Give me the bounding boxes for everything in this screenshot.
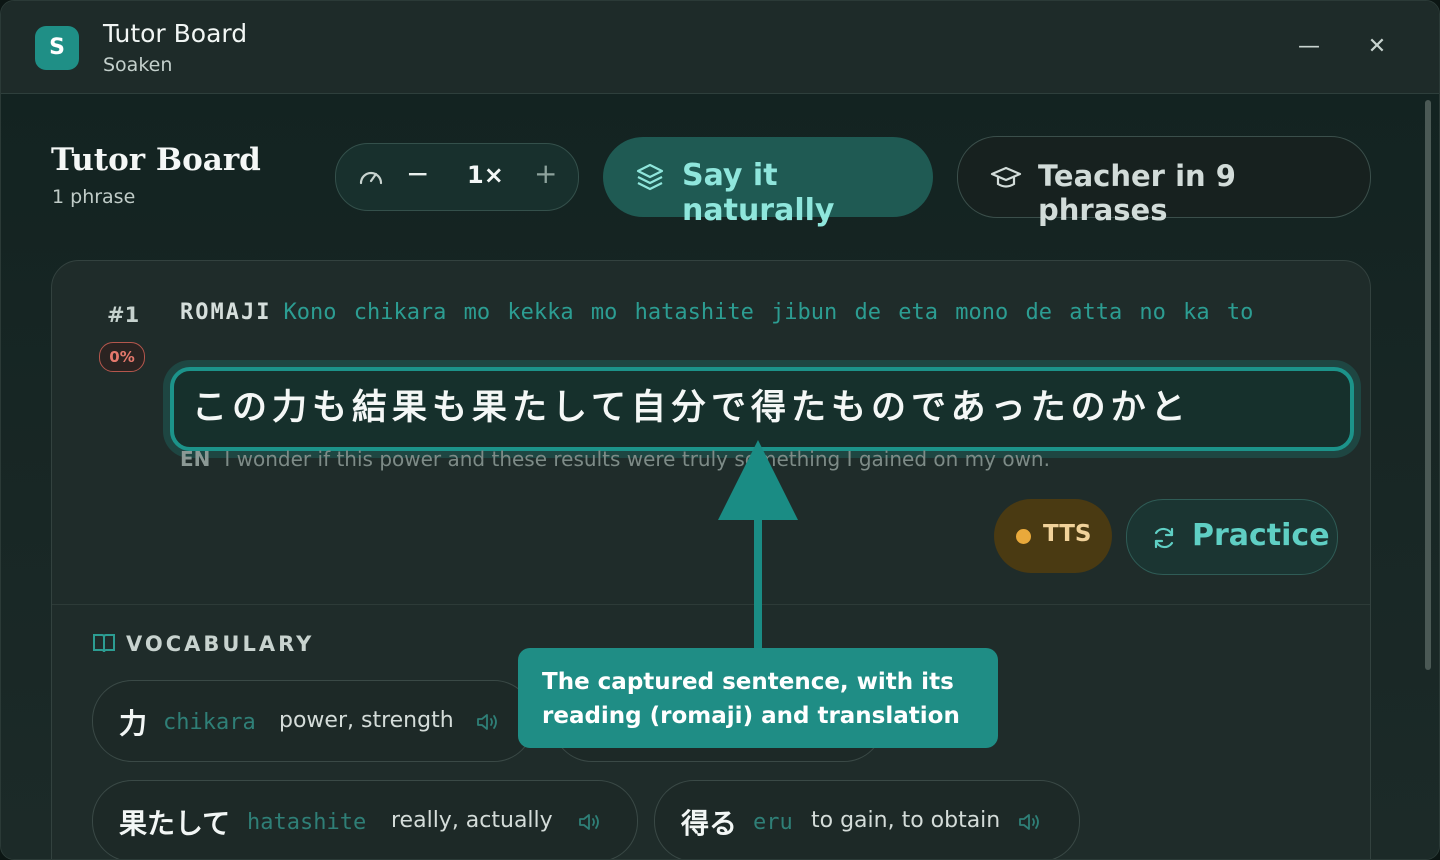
vocab-reading: hatashite (247, 810, 367, 835)
en-tag: EN (180, 447, 211, 471)
tts-dot-icon (1016, 529, 1031, 544)
japanese-sentence: この力も結果も果たして自分で得たものであったのかと (192, 388, 1191, 428)
title-bar: S Tutor Board Soaken — ✕ (1, 1, 1439, 94)
vocab-term: 果たして (119, 807, 231, 840)
tts-button[interactable]: TTS (994, 499, 1112, 573)
vocab-term: 力 (119, 707, 148, 740)
vocab-meaning: power, strength (279, 708, 454, 733)
annotation-arrow-icon (718, 440, 798, 520)
romaji-tag: ROMAJI (180, 300, 272, 325)
speaker-icon[interactable] (1017, 811, 1043, 833)
minimize-button[interactable]: — (1293, 31, 1325, 63)
romaji-line: ROMAJI Kono chikara mo kekka mo hatashite… (180, 293, 1320, 332)
divider (52, 604, 1370, 605)
speed-value: 1× (467, 161, 504, 189)
annotation-arrow-shaft (754, 518, 762, 652)
vocab-chip[interactable]: 得る eru to gain, to obtain (654, 780, 1080, 859)
speed-decrease-button[interactable]: − (406, 157, 429, 190)
vocab-meaning: to gain, to obtain (811, 808, 1001, 833)
vocab-reading: chikara (163, 710, 256, 735)
say-naturally-label: Say it naturally (682, 158, 835, 228)
vocab-term: 得る (681, 807, 738, 840)
vocab-meaning: really, actually (391, 808, 553, 833)
speaker-icon[interactable] (475, 711, 501, 733)
teacher-button[interactable]: Teacher in 9 phrases (957, 136, 1371, 227)
translation-text: I wonder if this power and these results… (224, 447, 1050, 471)
gauge-icon (359, 171, 383, 185)
speaker-icon[interactable] (577, 811, 603, 833)
vocab-chip[interactable]: 果たして hatashite really, actually (92, 780, 638, 859)
translation-line: EN I wonder if this power and these resul… (180, 447, 1050, 471)
progress-badge: 0% (99, 342, 145, 372)
practice-label: Practice (1192, 518, 1330, 553)
tts-label: TTS (1043, 521, 1092, 547)
page-title: Tutor Board (51, 142, 261, 178)
app-logo: S (35, 26, 79, 70)
teacher-label: Teacher in 9 phrases (1038, 159, 1236, 227)
say-naturally-button[interactable]: Say it naturally (603, 137, 933, 228)
phrase-card: #1 0% ROMAJI Kono chikara mo kekka mo hat… (51, 260, 1371, 859)
vocabulary-title: VOCABULARY (126, 632, 315, 656)
speed-increase-button[interactable]: + (534, 157, 557, 190)
phrase-count: 1 phrase (52, 186, 136, 208)
romaji-text: Kono chikara mo kekka mo hatashite jibun… (283, 300, 1254, 325)
annotation-callout: The captured sentence, with its reading … (518, 648, 998, 748)
practice-button[interactable]: Practice (1126, 499, 1338, 575)
phrase-number: #1 (107, 303, 140, 327)
vocab-reading: eru (753, 810, 793, 835)
close-button[interactable]: ✕ (1361, 31, 1393, 63)
graduation-cap-icon (990, 166, 1022, 188)
book-icon (93, 634, 115, 653)
speed-control: − 1× + (335, 143, 579, 211)
vocab-chip[interactable]: 力 chikara power, strength (92, 680, 534, 762)
window-subtitle: Soaken (103, 54, 173, 76)
layers-icon (636, 163, 664, 191)
sentence-highlight: この力も結果も果たして自分で得たものであったのかと (170, 367, 1354, 451)
scrollbar[interactable] (1425, 100, 1431, 670)
refresh-icon (1154, 527, 1174, 549)
annotation-text: The captured sentence, with its reading … (542, 669, 960, 729)
vocabulary-heading: VOCABULARY (92, 632, 314, 656)
window-title: Tutor Board (103, 19, 248, 48)
